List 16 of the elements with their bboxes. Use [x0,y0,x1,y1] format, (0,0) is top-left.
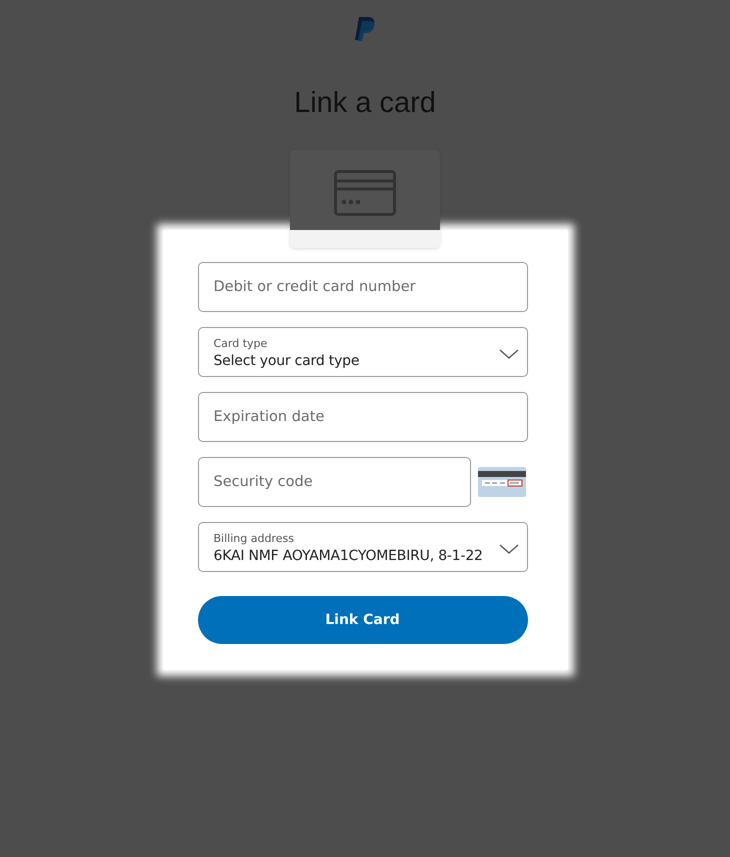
field-label: Billing address [214,532,294,546]
dropdown-field[interactable]: Billing address 6KAI NMF AOYAMA1CYOMEBIRU, 8-1-22 [198,522,528,572]
field-value: 6KAI NMF AOYAMA1CYOMEBIRU, 8-1-22 [214,547,483,566]
credit-card-icon [334,170,396,216]
link-card-button[interactable]: Link Card [198,596,528,644]
input-field[interactable]: Debit or credit card number [198,262,528,312]
chevron-down-icon [498,544,518,554]
field-value: Select your card type [214,352,360,371]
input-field[interactable]: Security code [198,457,470,507]
logo-icon [353,16,377,44]
chevron-down-icon [498,349,518,359]
page-title: Link a card [294,86,436,120]
dropdown-field[interactable]: Card type Select your card type [198,327,528,377]
input-field[interactable]: Expiration date [198,392,528,442]
field-label: Card type [214,337,268,351]
card-back-icon [478,467,526,497]
